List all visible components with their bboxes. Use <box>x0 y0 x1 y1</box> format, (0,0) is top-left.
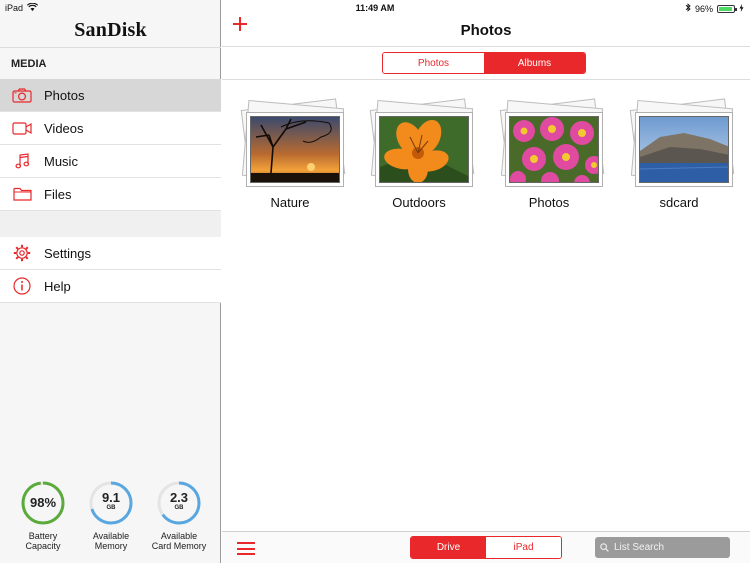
tab-photos[interactable]: Photos <box>383 53 484 73</box>
sidebar-item-label: Photos <box>44 87 85 103</box>
album-cover <box>505 112 603 187</box>
card-memory-gauge: 2.3 GB Available Card Memory <box>145 480 213 551</box>
battery-percent: 96% <box>694 3 713 14</box>
album-label: Outdoors <box>392 195 446 210</box>
sunset-tree-thumbnail <box>250 116 340 183</box>
album-stack <box>624 98 735 190</box>
album-outdoors[interactable]: Outdoors <box>364 98 475 210</box>
album-cover <box>375 112 473 187</box>
bluetooth-icon <box>685 3 691 14</box>
bottom-toolbar: Drive iPad <box>222 531 750 563</box>
folder-icon <box>0 187 44 201</box>
sidebar-item-label: Music <box>44 153 78 169</box>
album-stack <box>494 98 605 190</box>
album-photos[interactable]: Photos <box>494 98 605 210</box>
gauge-label: Card Memory <box>151 541 207 551</box>
status-bar: iPad 11:49 AM 96% <box>0 0 750 16</box>
gauge-unit: GB <box>106 505 116 512</box>
sidebar-item-settings[interactable]: Settings <box>0 237 221 270</box>
video-camera-icon <box>0 121 44 135</box>
album-stack <box>364 98 475 190</box>
album-label: sdcard <box>659 195 699 210</box>
tab-drive[interactable]: Drive <box>411 537 486 558</box>
gauge-label: Capacity <box>25 541 61 551</box>
sidebar-item-label: Files <box>44 186 72 202</box>
memory-gauge: 9.1 GB Available Memory <box>77 480 145 551</box>
gauge-value: 98% <box>29 495 57 510</box>
gauge-label: Battery <box>28 531 58 541</box>
album-stack <box>235 98 346 190</box>
gauge-label: Memory <box>94 541 128 551</box>
sidebar-item-label: Settings <box>44 245 91 261</box>
search-icon <box>600 539 609 557</box>
mountain-lake-thumbnail <box>639 116 729 183</box>
info-icon <box>0 277 44 295</box>
section-label-media: MEDIA <box>11 58 47 70</box>
list-search[interactable] <box>595 537 730 558</box>
sidebar-item-photos[interactable]: Photos <box>0 79 221 112</box>
pink-flowers-thumbnail <box>509 116 599 183</box>
album-label: Nature <box>270 195 310 210</box>
gauge-value: 2.3 <box>169 490 189 505</box>
search-input[interactable] <box>614 542 714 553</box>
orange-lily-thumbnail <box>379 116 469 183</box>
storage-gauges: 98% Battery Capacity 9.1 GB Available Me… <box>0 480 221 551</box>
gauge-value: 9.1 <box>101 490 121 505</box>
album-label: Photos <box>528 195 570 210</box>
clock: 11:49 AM <box>355 3 395 13</box>
gear-icon <box>0 244 44 262</box>
sidebar-item-help[interactable]: Help <box>0 270 221 303</box>
secondary-nav: Settings Help <box>0 237 221 303</box>
view-switcher-bar: Photos Albums <box>222 47 750 80</box>
source-segmented-control: Drive iPad <box>410 536 562 559</box>
camera-icon <box>0 87 44 103</box>
album-nature[interactable]: Nature <box>235 98 346 210</box>
media-nav: Photos Videos Music Files <box>0 79 221 238</box>
sandisk-logo: SanDisk <box>74 19 147 41</box>
main-content: Photos Photos Albums Nature Outdoors Pho… <box>222 0 750 563</box>
page-title: Photos <box>460 22 512 39</box>
album-sdcard[interactable]: sdcard <box>624 98 735 210</box>
tab-ipad[interactable]: iPad <box>486 537 561 558</box>
sidebar-item-label: Videos <box>44 120 84 136</box>
nav-spacer <box>0 211 221 238</box>
music-note-icon <box>0 153 44 169</box>
view-segmented-control: Photos Albums <box>382 52 586 74</box>
sidebar-item-music[interactable]: Music <box>0 145 221 178</box>
gauge-label: Available <box>92 531 130 541</box>
sidebar-item-videos[interactable]: Videos <box>0 112 221 145</box>
battery-gauge: 98% Battery Capacity <box>9 480 77 551</box>
album-cover <box>246 112 344 187</box>
sidebar: SanDisk MEDIA Photos Videos Music Files <box>0 0 221 563</box>
sidebar-item-files[interactable]: Files <box>0 178 221 211</box>
gauge-label: Available <box>160 531 198 541</box>
divider <box>0 47 221 48</box>
sidebar-item-label: Help <box>44 278 71 294</box>
menu-icon[interactable] <box>237 542 255 555</box>
album-cover <box>635 112 733 187</box>
tab-albums[interactable]: Albums <box>484 53 585 73</box>
charging-icon <box>739 3 744 14</box>
gauge-unit: GB <box>174 505 184 512</box>
battery-icon <box>717 4 737 13</box>
